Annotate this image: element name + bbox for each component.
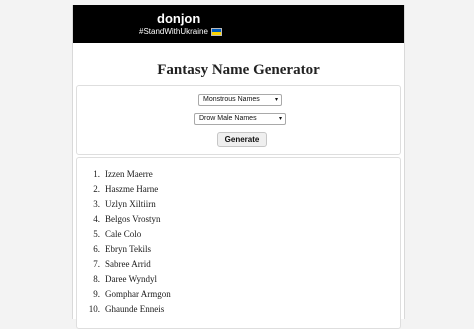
list-item: 5. Cale Colo bbox=[77, 227, 327, 242]
tagline[interactable]: #StandWithUkraine bbox=[139, 27, 222, 36]
result-name: Sabree Arrid bbox=[105, 259, 151, 269]
site-header: donjon #StandWithUkraine bbox=[73, 5, 404, 43]
result-number: 8. bbox=[93, 274, 100, 284]
result-name: Haszme Harne bbox=[105, 184, 159, 194]
chevron-down-icon: ▾ bbox=[274, 97, 278, 103]
generate-button[interactable]: Generate bbox=[217, 132, 267, 147]
category-select[interactable]: Monstrous Names ▾ bbox=[198, 94, 282, 106]
result-number: 3. bbox=[93, 199, 100, 209]
page-frame: donjon #StandWithUkraine Fantasy Name Ge… bbox=[72, 5, 405, 329]
subtype-select[interactable]: Drow Male Names ▾ bbox=[194, 113, 286, 125]
list-item: 6. Ebryn Tekils bbox=[77, 242, 327, 257]
list-item: 4. Belgos Vrostyn bbox=[77, 212, 327, 227]
list-item: 2. Haszme Harne bbox=[77, 182, 327, 197]
result-name: Daree Wyndyl bbox=[105, 274, 158, 284]
result-name: Gomphar Armgon bbox=[105, 289, 171, 299]
result-number: 2. bbox=[93, 184, 100, 194]
result-name: Cale Colo bbox=[105, 229, 142, 239]
page-title: Fantasy Name Generator bbox=[157, 62, 320, 78]
result-number: 7. bbox=[93, 259, 100, 269]
category-select-value: Monstrous Names bbox=[203, 96, 260, 103]
result-name: Belgos Vrostyn bbox=[105, 214, 161, 224]
tagline-text: #StandWithUkraine bbox=[139, 27, 208, 36]
list-item: 7. Sabree Arrid bbox=[77, 257, 327, 272]
subtype-select-value: Drow Male Names bbox=[199, 115, 257, 122]
result-name: Uzlyn Xiltiirn bbox=[105, 199, 156, 209]
result-name: Ebryn Tekils bbox=[105, 244, 151, 254]
chevron-down-icon: ▾ bbox=[278, 116, 282, 122]
result-name: Ghaunde Enneis bbox=[105, 304, 165, 314]
list-item: 9. Gomphar Armgon bbox=[77, 287, 327, 302]
result-number: 5. bbox=[93, 229, 100, 239]
result-number: 6. bbox=[93, 244, 100, 254]
results-panel: 1. Izzen Maerre 2. Haszme Harne 3. Uzlyn Xi… bbox=[76, 157, 401, 329]
result-number: 4. bbox=[93, 214, 100, 224]
result-number: 1. bbox=[93, 169, 100, 179]
result-name: Izzen Maerre bbox=[105, 169, 153, 179]
generator-form: Monstrous Names ▾ Drow Male Names ▾ Gene… bbox=[76, 85, 401, 155]
result-number: 10. bbox=[88, 304, 100, 314]
ukraine-flag-icon bbox=[210, 27, 222, 36]
list-item: 10. Ghaunde Enneis bbox=[77, 302, 327, 317]
list-item: 1. Izzen Maerre bbox=[77, 167, 327, 182]
result-number: 9. bbox=[93, 289, 100, 299]
site-title[interactable]: donjon bbox=[157, 11, 200, 26]
list-item: 8. Daree Wyndyl bbox=[77, 272, 327, 287]
list-item: 3. Uzlyn Xiltiirn bbox=[77, 197, 327, 212]
